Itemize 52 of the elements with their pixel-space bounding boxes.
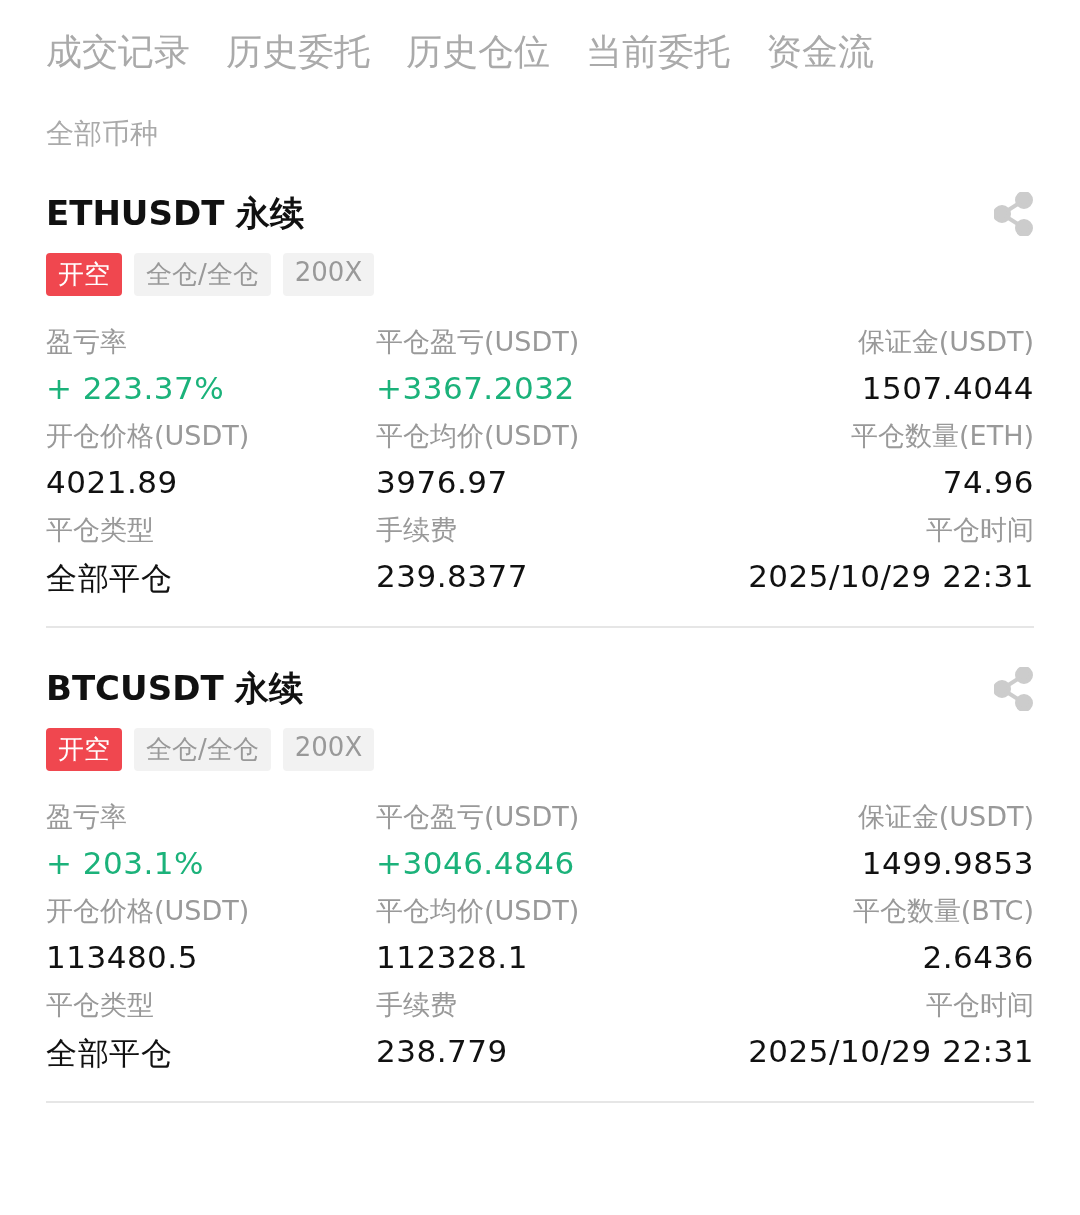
position-tag: 开空 xyxy=(46,253,122,296)
field-value: +3046.4846 xyxy=(376,845,575,881)
coin-filter[interactable]: 全部币种 xyxy=(46,115,158,153)
field-value: 2025/10/29 22:31 xyxy=(748,558,1034,594)
field-value: 4021.89 xyxy=(46,464,178,500)
field-label: 平仓数量(ETH) xyxy=(851,419,1034,453)
field-label: 平仓类型 xyxy=(46,513,154,547)
field-label: 开仓价格(USDT) xyxy=(46,419,250,453)
field-value: + 223.37% xyxy=(46,370,225,406)
field-label: 平仓类型 xyxy=(46,988,154,1022)
field-value: 3976.97 xyxy=(376,464,508,500)
tab[interactable]: 历史委托 xyxy=(226,28,370,77)
field-value: 113480.5 xyxy=(46,939,198,975)
field-label: 盈亏率 xyxy=(46,325,127,359)
field-label: 平仓时间 xyxy=(926,513,1034,547)
position-tag: 开空 xyxy=(46,728,122,771)
field-value: 2025/10/29 22:31 xyxy=(748,1033,1034,1069)
tab[interactable]: 资金流 xyxy=(766,28,874,77)
tab[interactable]: 成交记录 xyxy=(46,28,190,77)
field-label: 保证金(USDT) xyxy=(857,800,1034,834)
field-value: 74.96 xyxy=(942,464,1034,500)
symbol-title: ETHUSDT 永续 xyxy=(46,192,305,235)
field-value: +3367.2032 xyxy=(376,370,575,406)
share-icon[interactable] xyxy=(994,192,1034,236)
field-value: 239.8377 xyxy=(376,558,528,594)
field-label: 平仓均价(USDT) xyxy=(376,419,580,453)
field-label: 平仓盈亏(USDT) xyxy=(376,325,580,359)
tab[interactable]: 历史仓位 xyxy=(406,28,550,77)
position-tag: 200X xyxy=(282,253,375,296)
tab[interactable]: 当前委托 xyxy=(586,28,730,77)
field-value: 1499.9853 xyxy=(861,845,1034,881)
position-tag: 全仓/全仓 xyxy=(134,728,271,771)
field-value: 112328.1 xyxy=(376,939,528,975)
field-label: 平仓盈亏(USDT) xyxy=(376,800,580,834)
position-tag: 全仓/全仓 xyxy=(134,253,271,296)
field-value: 238.779 xyxy=(376,1033,508,1069)
field-label: 平仓时间 xyxy=(926,988,1034,1022)
field-value: 全部平仓 xyxy=(46,1034,172,1073)
symbol-title: BTCUSDT 永续 xyxy=(46,667,304,710)
field-label: 保证金(USDT) xyxy=(857,325,1034,359)
field-value: 全部平仓 xyxy=(46,559,172,598)
field-label: 平仓数量(BTC) xyxy=(852,894,1034,928)
field-label: 手续费 xyxy=(376,513,457,547)
field-value: + 203.1% xyxy=(46,845,205,881)
field-label: 盈亏率 xyxy=(46,800,127,834)
field-value: 1507.4044 xyxy=(861,370,1034,406)
field-value: 2.6436 xyxy=(922,939,1034,975)
field-label: 手续费 xyxy=(376,988,457,1022)
share-icon[interactable] xyxy=(994,667,1034,711)
field-label: 平仓均价(USDT) xyxy=(376,894,580,928)
position-tag: 200X xyxy=(282,728,375,771)
field-label: 开仓价格(USDT) xyxy=(46,894,250,928)
